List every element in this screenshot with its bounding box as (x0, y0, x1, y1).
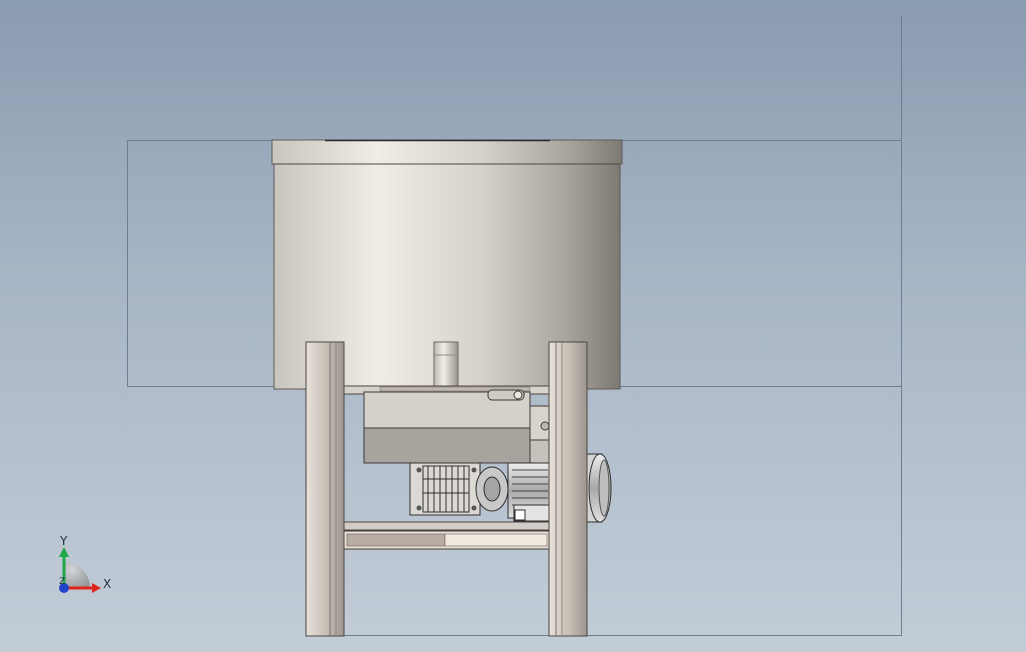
motor-fan-cover (585, 453, 612, 523)
frame-leg-left[interactable] (305, 341, 345, 637)
frame-leg-right[interactable] (548, 341, 588, 637)
z-axis-label: Z (59, 577, 65, 587)
coordinate-triad[interactable]: Y X Z (59, 534, 111, 593)
electric-motor[interactable] (507, 462, 551, 522)
x-axis-label: X (103, 577, 111, 591)
reducer-unit[interactable] (409, 462, 509, 516)
y-axis-arrowhead-icon (59, 547, 69, 557)
gearbox[interactable] (363, 389, 531, 464)
graphics-viewport[interactable]: Y X Z (0, 0, 1026, 652)
model-scene[interactable]: Y X Z (0, 0, 1026, 652)
x-axis-arrowhead-icon (92, 583, 101, 593)
y-axis-label: Y (59, 534, 68, 548)
cross-beam (339, 521, 555, 550)
triad-plane-icon (64, 562, 90, 588)
